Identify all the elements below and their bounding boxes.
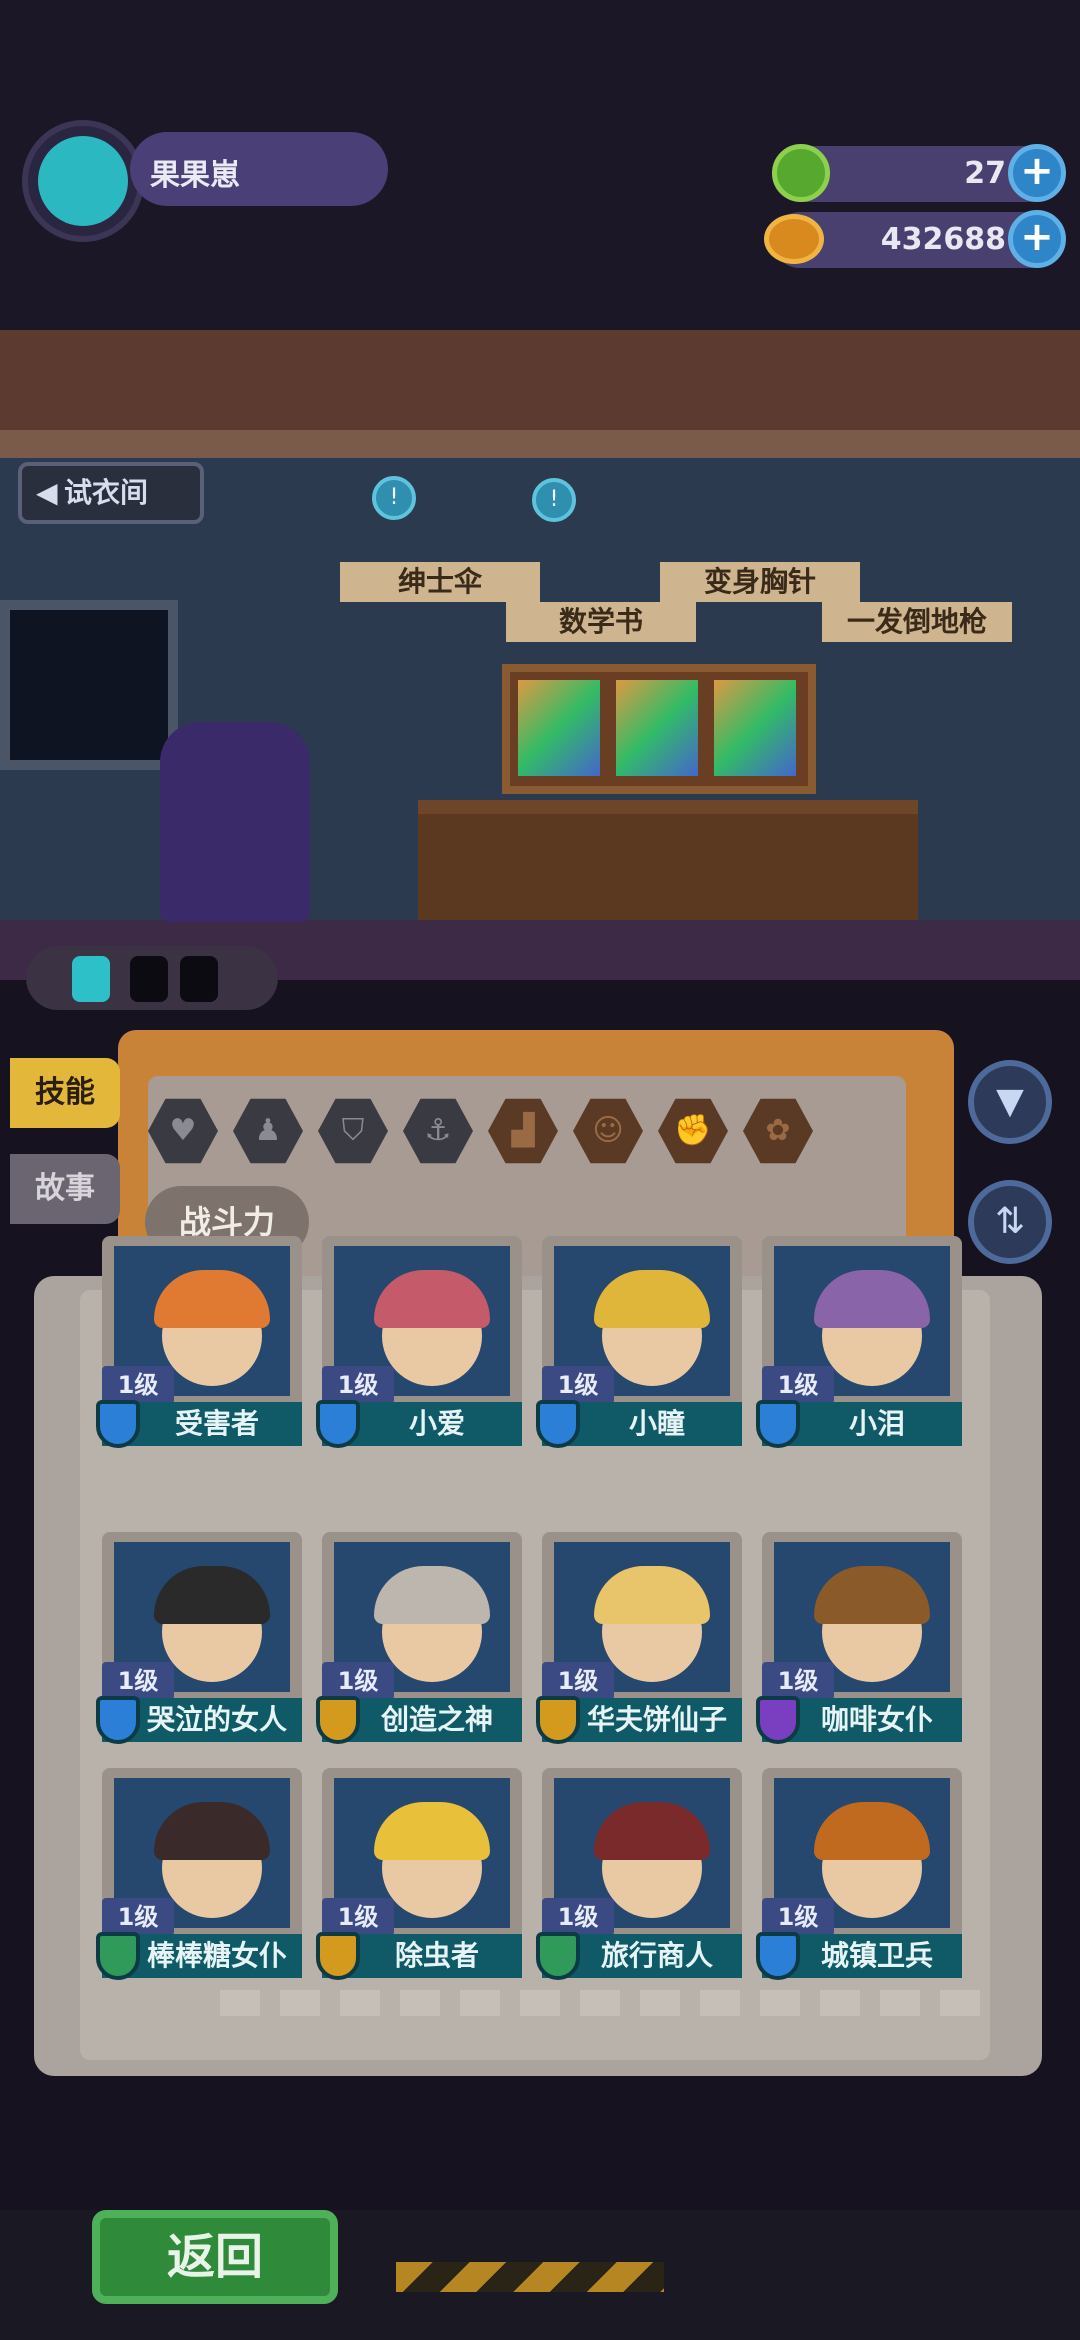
energy-slot — [130, 956, 168, 1002]
add-gems-button[interactable]: + — [1008, 144, 1066, 202]
character-card[interactable]: 1级 小瞳 — [536, 1236, 742, 1448]
hint-bubble-icon[interactable]: ! — [372, 476, 416, 520]
level-badge: 1级 — [762, 1662, 834, 1700]
page-footer-text — [220, 1990, 980, 2016]
rarity-shield-icon — [316, 1932, 360, 1980]
card-slot[interactable] — [518, 680, 600, 776]
character-card[interactable]: 1级 城镇卫兵 — [756, 1768, 962, 1980]
character-card[interactable]: 1级 小泪 — [756, 1236, 962, 1448]
level-badge: 1级 — [322, 1662, 394, 1700]
character-hair — [374, 1270, 490, 1328]
anchor-icon[interactable]: ⚓ — [403, 1098, 473, 1164]
character-hair — [814, 1802, 930, 1860]
character-card[interactable]: 1级 受害者 — [96, 1236, 302, 1448]
heart-icon[interactable]: ♥ — [148, 1098, 218, 1164]
shield-icon[interactable]: ⛉ — [318, 1098, 388, 1164]
card-slot[interactable] — [714, 680, 796, 776]
rarity-shield-icon — [756, 1932, 800, 1980]
rarity-shield-icon — [536, 1932, 580, 1980]
fitting-room-button[interactable]: ◀ 试衣间 — [18, 462, 204, 524]
character-card[interactable]: 1级 小爱 — [316, 1236, 522, 1448]
character-grid: 1级 受害者 1级 小爱 1级 小瞳 1级 小泪 1级 哭泣的女人 1级 创造之神 1级 华夫饼仙子 1级咖… — [96, 1236, 982, 1980]
rarity-shield-icon — [96, 1932, 140, 1980]
level-badge: 1级 — [542, 1366, 614, 1404]
hint-bubble-icon[interactable]: ! — [532, 478, 576, 522]
add-coins-button[interactable]: + — [1008, 210, 1066, 268]
smile-icon[interactable]: ☺ — [573, 1098, 643, 1164]
character-hair — [154, 1270, 270, 1328]
fitting-room-label: 试衣间 — [64, 476, 149, 509]
energy-slot — [72, 956, 110, 1002]
rarity-shield-icon — [316, 1696, 360, 1744]
back-arrow-icon: ◀ — [36, 476, 58, 509]
character-hair — [814, 1566, 930, 1624]
level-badge: 1级 — [322, 1366, 394, 1404]
boot-icon[interactable]: ▟ — [488, 1098, 558, 1164]
character-card[interactable]: 1级 华夫饼仙子 — [536, 1532, 742, 1744]
hex-filter-row: ♥ ♟ ⛉ ⚓ ▟ ☺ ✊ ✿ — [148, 1096, 828, 1176]
character-card[interactable]: 1级 咖啡女仆 — [756, 1532, 962, 1744]
character-hair — [594, 1566, 710, 1624]
rarity-shield-icon — [756, 1696, 800, 1744]
window — [0, 600, 178, 770]
level-badge: 1级 — [762, 1366, 834, 1404]
character-card[interactable]: 1级 旅行商人 — [536, 1768, 742, 1980]
character-hair — [374, 1802, 490, 1860]
energy-slot — [180, 956, 218, 1002]
character-hair — [154, 1566, 270, 1624]
rarity-shield-icon — [96, 1696, 140, 1744]
filter-icon[interactable]: ▼ — [968, 1060, 1052, 1144]
level-badge: 1级 — [102, 1898, 174, 1936]
character-hair — [814, 1270, 930, 1328]
shelf-item-umbrella[interactable]: 绅士伞 — [340, 562, 540, 602]
gem-count: 27 — [964, 156, 1006, 191]
hazard-stripe — [396, 2262, 664, 2292]
rarity-shield-icon — [536, 1400, 580, 1448]
character-hair — [374, 1566, 490, 1624]
rarity-shield-icon — [96, 1400, 140, 1448]
brain-icon[interactable]: ✿ — [743, 1098, 813, 1164]
level-badge: 1级 — [762, 1898, 834, 1936]
shelf-item-gun[interactable]: 一发倒地枪 — [822, 602, 1012, 642]
cat-face-icon — [38, 136, 128, 226]
wall-rail — [0, 430, 1080, 458]
desk — [418, 800, 918, 934]
character-hair — [594, 1270, 710, 1328]
player-character[interactable] — [160, 722, 310, 922]
character-card[interactable]: 1级 除虫者 — [316, 1768, 522, 1980]
level-badge: 1级 — [102, 1662, 174, 1700]
level-badge: 1级 — [322, 1898, 394, 1936]
shelf-item-brooch[interactable]: 变身胸针 — [660, 562, 860, 602]
character-card[interactable]: 1级 创造之神 — [316, 1532, 522, 1744]
coin-count: 432688 — [880, 222, 1006, 257]
rarity-shield-icon — [536, 1696, 580, 1744]
bell-icon[interactable]: ♟ — [233, 1098, 303, 1164]
level-badge: 1级 — [542, 1662, 614, 1700]
tab-story[interactable]: 故事 — [10, 1154, 120, 1224]
player-name: 果果崽 — [150, 158, 240, 193]
tab-skills[interactable]: 技能 — [10, 1058, 120, 1128]
back-button[interactable]: 返回 — [92, 2210, 338, 2304]
character-hair — [154, 1802, 270, 1860]
sort-icon[interactable]: ⇅ — [968, 1180, 1052, 1264]
character-card[interactable]: 1级 哭泣的女人 — [96, 1532, 302, 1744]
character-card[interactable]: 1级 棒棒糖女仆 — [96, 1768, 302, 1980]
rarity-shield-icon — [756, 1400, 800, 1448]
level-badge: 1级 — [102, 1366, 174, 1404]
level-badge: 1级 — [542, 1898, 614, 1936]
card-slot[interactable] — [616, 680, 698, 776]
top-shelf — [0, 330, 1080, 440]
shelf-item-math-book[interactable]: 数学书 — [506, 602, 696, 642]
muscle-icon[interactable]: ✊ — [658, 1098, 728, 1164]
rarity-shield-icon — [316, 1400, 360, 1448]
character-hair — [594, 1802, 710, 1860]
